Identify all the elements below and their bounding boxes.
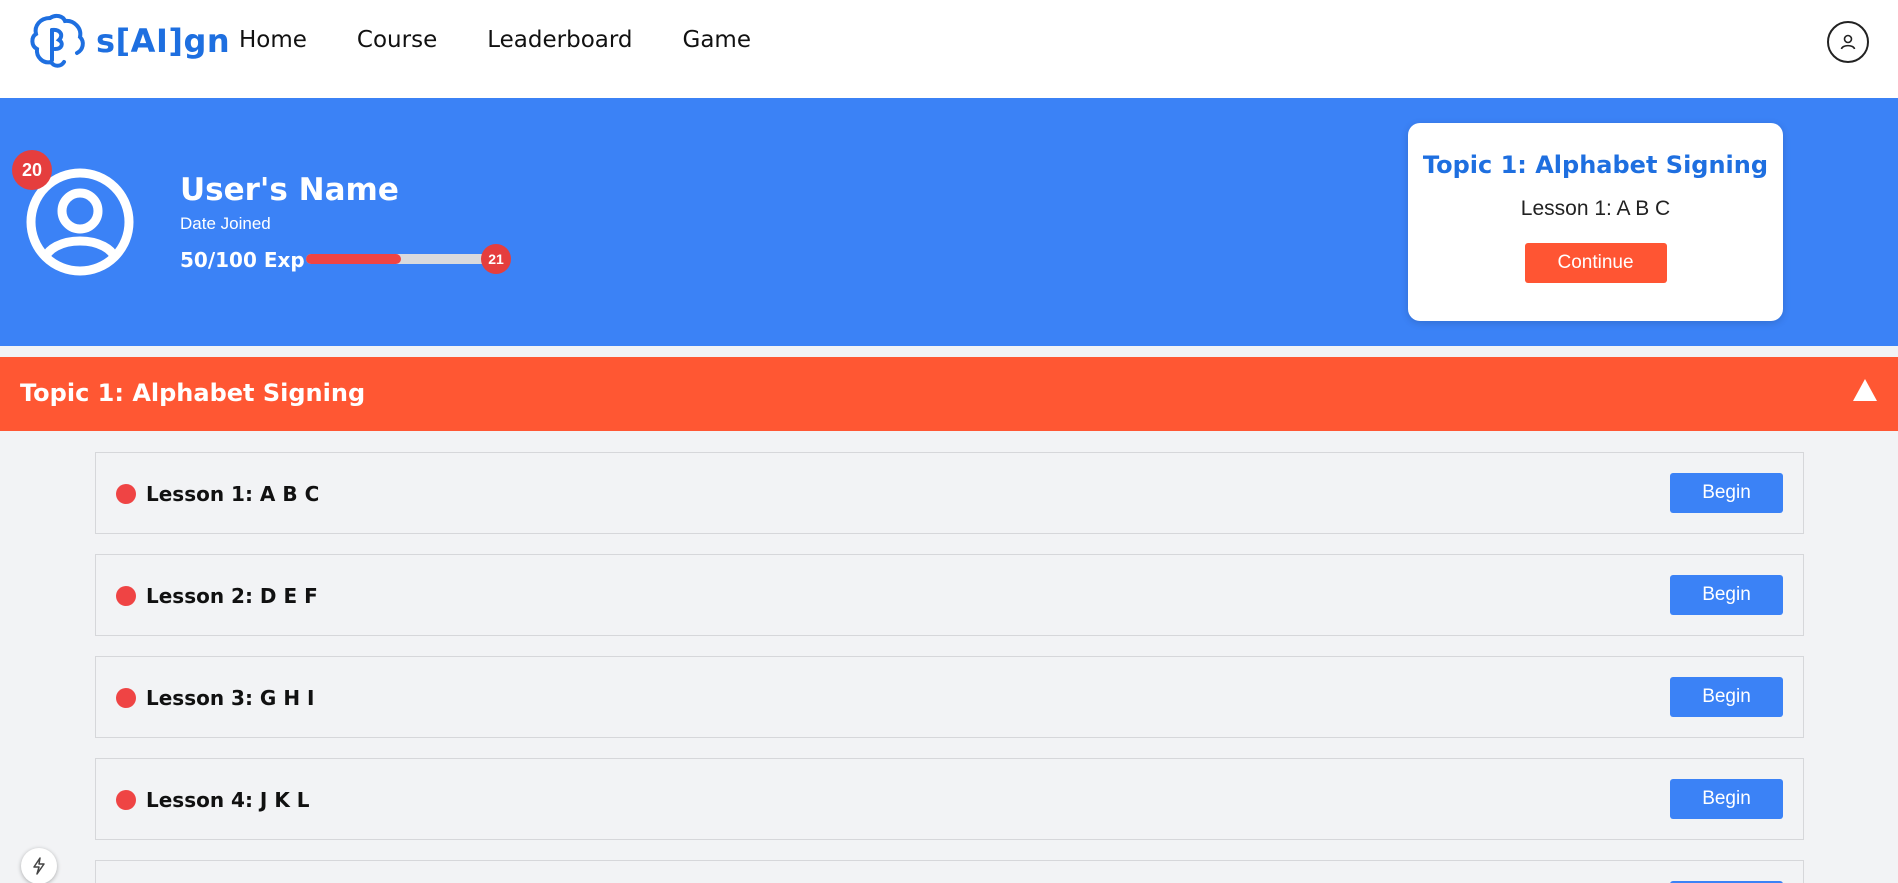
lightning-icon [33, 857, 45, 875]
brand-logo[interactable]: s[AI]gn [28, 12, 230, 70]
begin-button[interactable]: Begin [1670, 473, 1783, 513]
lesson-label: Lesson 2: D E F [146, 584, 318, 608]
nav-home[interactable]: Home [239, 27, 307, 53]
list-item: Lesson 2: D E F Begin [95, 554, 1804, 636]
status-dot [116, 586, 136, 606]
lesson-label: Lesson 1: A B C [146, 482, 320, 506]
list-item: Lesson 3: G H I Begin [95, 656, 1804, 738]
account-button[interactable] [1827, 21, 1869, 63]
exp-progress-fill [306, 254, 401, 264]
begin-button[interactable]: Begin [1670, 779, 1783, 819]
brand-name: s[AI]gn [96, 22, 231, 60]
nav-leaderboard[interactable]: Leaderboard [487, 27, 632, 53]
continue-button[interactable]: Continue [1524, 243, 1667, 283]
top-navbar: s[AI]gn Home Course Leaderboard Game [0, 0, 1898, 98]
brain-icon [30, 13, 85, 68]
date-joined: Date Joined [180, 214, 271, 233]
list-item-partial [95, 860, 1804, 883]
begin-button[interactable]: Begin [1670, 575, 1783, 615]
profile-banner: 20 User's Name Date Joined 50/100 Exp 21… [0, 98, 1898, 346]
exp-text: 50/100 Exp [180, 248, 305, 272]
list-item: Lesson 1: A B C Begin [95, 452, 1804, 534]
continue-card: Topic 1: Alphabet Signing Lesson 1: A B … [1408, 123, 1783, 321]
topic-header[interactable]: Topic 1: Alphabet Signing [0, 357, 1898, 431]
next-level-badge: 21 [481, 244, 511, 274]
continue-topic-title: Topic 1: Alphabet Signing [1422, 151, 1769, 179]
status-dot [116, 688, 136, 708]
lesson-label: Lesson 3: G H I [146, 686, 315, 710]
nav-links: Home Course Leaderboard Game [239, 27, 801, 53]
quick-action-button[interactable] [21, 848, 57, 883]
status-dot [116, 790, 136, 810]
lesson-label: Lesson 4: J K L [146, 788, 310, 812]
level-badge: 20 [12, 150, 52, 190]
nav-game[interactable]: Game [683, 27, 751, 53]
exp-progress-bar [306, 254, 496, 264]
status-dot [116, 484, 136, 504]
user-name: User's Name [180, 172, 399, 208]
continue-lesson-label: Lesson 1: A B C [1520, 197, 1671, 220]
user-icon [1840, 34, 1856, 50]
topic-title: Topic 1: Alphabet Signing [20, 379, 366, 407]
list-item: Lesson 4: J K L Begin [95, 758, 1804, 840]
nav-course[interactable]: Course [357, 27, 437, 53]
begin-button[interactable]: Begin [1670, 677, 1783, 717]
triangle-up-icon[interactable] [1853, 379, 1877, 401]
